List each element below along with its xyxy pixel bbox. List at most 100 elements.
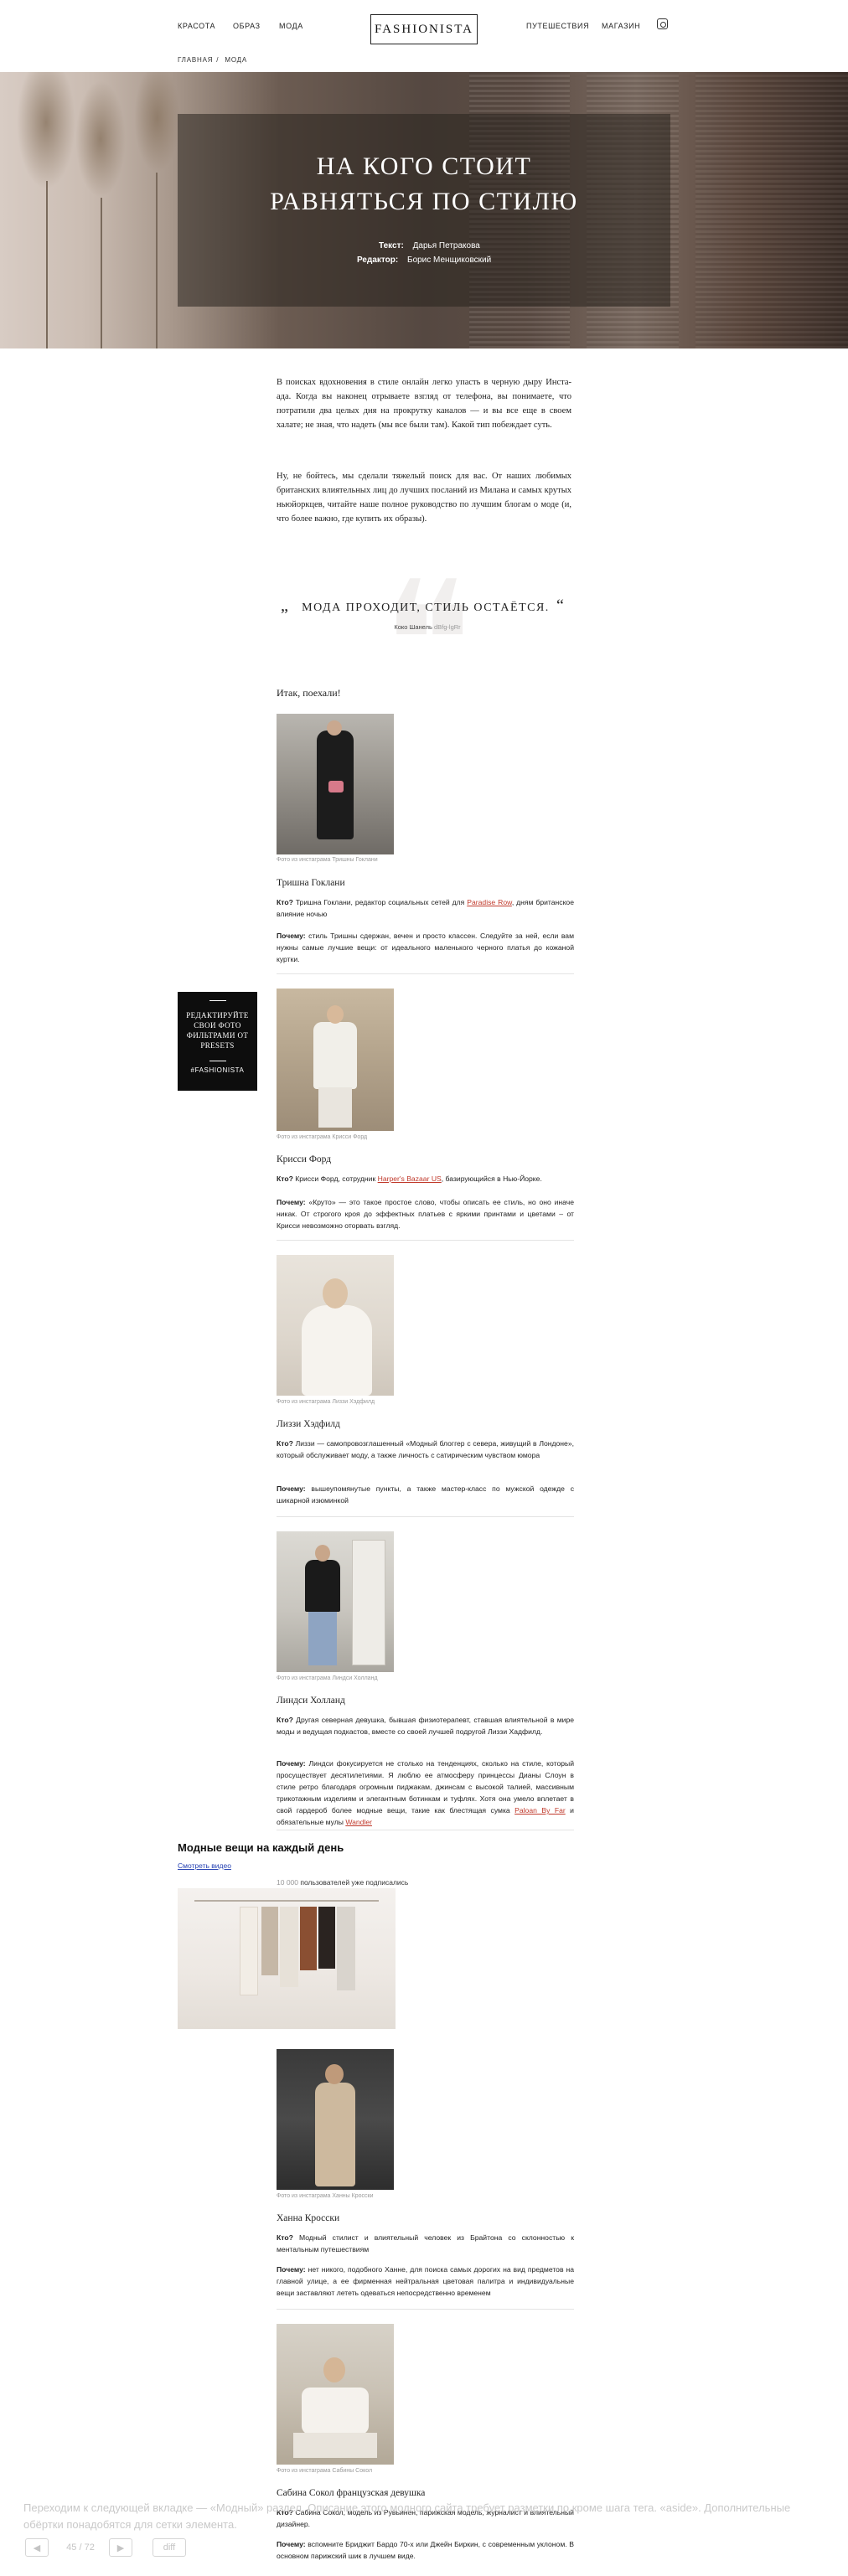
why-label: Почему: [277,1759,306,1768]
photo-chair [293,2433,377,2458]
pager-prev-button[interactable]: ◀ [25,2538,49,2557]
who-text: Лиззи — самопровозглашенный «Модный блог… [277,1439,574,1459]
hero-pampas-plume [75,80,126,198]
influencer-why: Почему: стиль Тришны сдержан, вечен и пр… [277,930,574,965]
credits-editor-label: Редактор: [357,256,399,265]
photo-figure-jeans [308,1612,337,1665]
promo-divider [209,1000,226,1001]
pull-quote: МОДА ПРОХОДИТ, СТИЛЬ ОСТАЁТСЯ. [302,601,550,614]
subscribers-count: 10 000 пользователей уже подписались [277,1878,408,1887]
photo-figure-head [327,720,342,736]
photo-figure [305,1560,340,1612]
quote-source: dBfg-lgRr [433,623,461,631]
intro-paragraph-2: Ну, не бойтесь, мы сделали тяжелый поиск… [277,472,571,524]
hanging-garment [261,1907,278,1975]
nav-item-travel[interactable]: ПУТЕШЕСТВИЯ [526,22,589,30]
hero-knit-texture [695,72,848,348]
who-tail: , базирующийся в Нью-Йорке. [441,1174,542,1183]
who-link[interactable]: Harper's Bazaar US [378,1174,442,1183]
why-link-1[interactable]: Paloan By Far [514,1806,566,1815]
why-text: вышеупомянутые пункты, а также мастер-кл… [277,1484,574,1505]
rack-rail [194,1900,379,1902]
credits-editor-name: Борис Менщиковский [407,256,492,265]
photo-caption: Фото из инстаграма Сабины Сокол [277,2468,373,2474]
instagram-icon[interactable] [657,18,668,29]
hanging-garment [280,1907,298,1987]
hero-pampas-stalk [156,173,158,348]
influencer-who: Кто? Лиззи — самопровозглашенный «Модный… [277,1438,574,1461]
influencer-who: Кто? Модный стилист и влиятельный челове… [277,2232,574,2255]
influencer-why: Почему: «Круто» — это такое простое слов… [277,1196,574,1231]
influencer-photo-1 [277,714,394,854]
photo-figure-head [327,1005,344,1024]
who-text: Модный стилист и влиятельный человек из … [277,2233,574,2253]
subscribers-text: пользователей уже подписались [298,1878,409,1887]
who-text: Тришна Гоклани, редактор социальных сете… [292,898,468,906]
hero-pampas-plume [134,72,180,173]
intro-paragraph-1: В поисках вдохновения в стиле онлайн лег… [277,378,571,430]
influencer-why: Почему: нет никого, подобного Ханне, для… [277,2264,574,2299]
why-label: Почему: [277,1484,306,1493]
photo-caption: Фото из инстаграма Лиззи Хэдфилд [277,1399,375,1405]
influencer-photo-4 [277,1531,394,1672]
nav-item-beauty[interactable]: КРАСОТА [178,22,215,30]
breadcrumb: ГЛАВНАЯ / МОДА [178,56,251,64]
hero-pampas-plume [17,72,75,189]
who-label: Кто? [277,1174,293,1183]
hero-title-line1: НА КОГО СТОИТ [316,152,532,180]
who-label: Кто? [277,2233,293,2242]
nav-item-shop[interactable]: МАГАЗИН [602,22,640,30]
photo-figure [313,1022,357,1089]
influencer-name: Тришна Гоклани [277,878,345,888]
influencer-photo-6 [277,2324,394,2465]
why-label: Почему: [277,932,306,940]
quote-close-mark: “ [556,596,564,615]
photo-figure [302,1305,372,1396]
why-text: «Круто» — это такое простое слово, чтобы… [277,1198,574,1230]
who-link[interactable]: Paradise Row [467,898,512,906]
site-logo[interactable]: FASHIONISTA [370,14,478,44]
who-text: Крисси Форд, сотрудник [292,1174,378,1183]
who-label: Кто? [277,898,293,906]
promo-text: РЕДАКТИРУЙТЕ СВОИ ФОТО ФИЛЬТРАМИ ОТ PRES… [186,1011,249,1050]
pager-next-button[interactable]: ▶ [109,2538,132,2557]
nav-item-look[interactable]: ОБРАЗ [233,22,261,30]
who-label: Кто? [277,1716,293,1724]
hero-title-line2: РАВНЯТЬСЯ ПО СТИЛЮ [270,188,578,215]
hanging-garment [300,1907,317,1970]
photo-figure-head [323,2357,345,2382]
photo-caption: Фото из инстаграма Тришны Гоклани [277,857,378,863]
divider [277,2309,574,2310]
who-text: Другая северная девушка, бывшая физиотер… [277,1716,574,1736]
credits-text-label: Текст: [379,241,404,250]
influencer-why: Почему: вспомните Бриджит Бардо 70-х или… [277,2538,574,2562]
photo-caption: Фото из инстаграма Крисси Форд [277,1134,368,1140]
nav-item-fashion[interactable]: МОДА [279,22,303,30]
photo-figure-head [325,2064,344,2084]
overlay-caption: Переходим к следующей вкладке — «Модный»… [23,2501,791,2531]
influencer-name: Линдси Холланд [277,1696,345,1706]
quote-attribution: Коко Шанель dBfg-lgRr [352,623,503,631]
influencer-who: Кто? Другая северная девушка, бывшая физ… [277,1714,574,1737]
photo-caption: Фото из инстаграма Линдси Холланд [277,1675,378,1681]
influencer-why: Почему: вышеупомянутые пункты, а также м… [277,1483,574,1506]
photo-bag [328,781,344,792]
hero-pampas-stalk [101,198,102,348]
influencer-photo-3 [277,1255,394,1396]
presets-promo-banner[interactable]: РЕДАКТИРУЙТЕ СВОИ ФОТО ФИЛЬТРАМИ ОТ PRES… [178,992,257,1091]
why-label: Почему: [277,2540,306,2548]
section-lead: Итак, поехали! [277,687,341,699]
photo-figure [302,2388,369,2434]
why-link-2[interactable]: Wandler [345,1818,372,1826]
breadcrumb-separator: / [216,56,220,64]
influencer-who: Кто? Крисси Форд, сотрудник Harper's Baz… [277,1173,574,1185]
watch-video-link[interactable]: Смотреть видео [178,1861,231,1870]
breadcrumb-home[interactable]: ГЛАВНАЯ [178,56,213,64]
photo-figure-head [315,1545,330,1562]
influencer-photo-2 [277,989,394,1131]
breadcrumb-current[interactable]: МОДА [225,56,247,64]
daily-section-heading: Модные вещи на каждый день [178,1841,344,1854]
influencer-name: Ханна Кросски [277,2213,340,2223]
photo-figure-legs [318,1087,352,1128]
pager-diff-button[interactable]: diff [153,2538,186,2557]
